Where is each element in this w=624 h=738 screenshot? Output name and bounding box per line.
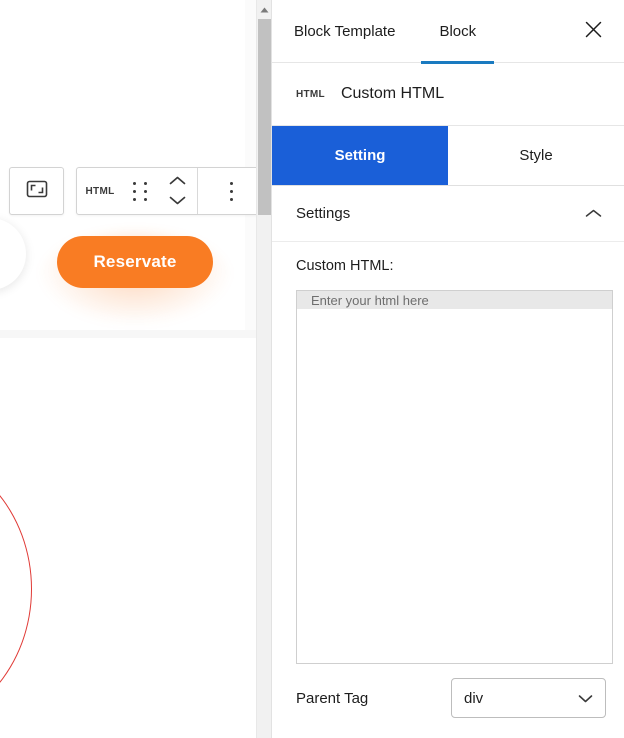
toolbar-block-type[interactable]: HTML	[77, 168, 123, 214]
selected-block-title: Custom HTML	[340, 85, 445, 102]
selected-block-row: HTML Custom HTML	[272, 63, 624, 126]
canvas-vertical-scrollbar[interactable]	[256, 0, 271, 738]
custom-html-input-area[interactable]	[297, 309, 612, 663]
chevron-up-icon	[585, 205, 602, 223]
settings-section-title: Settings	[296, 205, 351, 222]
scrollbar-thumb[interactable]	[258, 19, 271, 215]
close-icon	[585, 21, 602, 41]
segment-setting[interactable]: Setting	[272, 126, 448, 185]
custom-html-textarea[interactable]: Enter your html here	[296, 290, 613, 664]
chevron-down-icon	[169, 192, 186, 210]
panel-segment-tabs: Setting Style	[272, 126, 624, 186]
scroll-up-arrow-icon	[260, 0, 269, 18]
block-toolbar: HTML	[76, 167, 256, 215]
tab-block[interactable]: Block	[421, 0, 494, 64]
chevron-down-icon	[578, 690, 593, 707]
image-crop-icon	[26, 180, 48, 203]
vertical-ellipsis-icon	[229, 181, 233, 201]
toolbar-image-button[interactable]	[9, 167, 64, 215]
parent-tag-value: div	[464, 689, 484, 707]
custom-html-placeholder: Enter your html here	[297, 291, 612, 309]
panel-close-button[interactable]	[578, 16, 608, 46]
drag-handle-icon	[132, 181, 148, 201]
html-block-icon: HTML	[296, 88, 325, 100]
app-root: Reservate HTML Block Template Block HTML…	[0, 0, 624, 738]
settings-section-header[interactable]: Settings	[272, 186, 624, 242]
scrollbar-up-button[interactable]	[257, 0, 272, 17]
canvas-card-bottom	[0, 338, 256, 738]
toolbar-drag-handle[interactable]	[123, 168, 157, 214]
toolbar-more-options-button[interactable]	[198, 168, 256, 214]
parent-tag-select[interactable]: div	[451, 678, 606, 718]
tab-block-template[interactable]: Block Template	[272, 0, 421, 63]
block-settings-panel: Block Template Block HTML Custom HTML Se…	[271, 0, 624, 738]
custom-html-label: Custom HTML:	[296, 258, 394, 274]
reservate-button[interactable]: Reservate	[57, 236, 213, 288]
parent-tag-row: Parent Tag div	[296, 678, 613, 718]
chevron-up-icon	[169, 172, 186, 190]
panel-tab-bar: Block Template Block	[272, 0, 624, 64]
segment-style[interactable]: Style	[448, 126, 624, 185]
toolbar-block-type-label: HTML	[85, 185, 115, 197]
toolbar-move-buttons[interactable]	[157, 168, 197, 214]
editor-canvas: Reservate HTML	[0, 0, 256, 738]
parent-tag-label: Parent Tag	[296, 689, 369, 707]
